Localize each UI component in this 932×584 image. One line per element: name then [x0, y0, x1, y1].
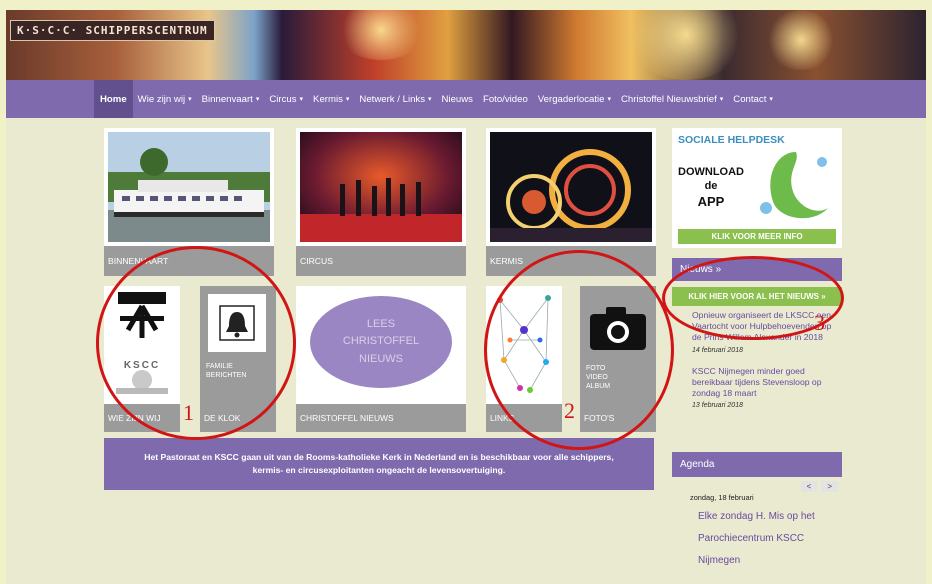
agenda-event-line: Nijmegen: [698, 555, 741, 566]
agenda-panel: Agenda < > zondag, 18 februari Elke zond…: [672, 452, 842, 572]
nav-label: Circus: [269, 93, 297, 105]
agenda-pager: < >: [672, 477, 842, 492]
helpdesk-download: DOWNLOAD de APP: [676, 166, 746, 210]
nav-label: Wie zijn wij: [137, 93, 186, 105]
nav-christoffel-nieuwsbrief[interactable]: Christoffel Nieuwsbrief ▾: [616, 80, 728, 118]
annotation-oval-2: [484, 250, 674, 450]
nav-home[interactable]: Home: [94, 80, 133, 118]
helpdesk-banner[interactable]: SOCIALE HELPDESK DOWNLOAD de APP KLIK VO…: [672, 128, 842, 248]
banner-light: [626, 10, 746, 80]
nav-contact[interactable]: Contact ▾: [728, 80, 778, 118]
tile-caption: CHRISTOFFEL NIEUWS: [296, 404, 466, 432]
chevron-down-icon: ▾: [345, 96, 350, 103]
christoffel-oval: LEES CHRISTOFFEL NIEUWS: [310, 296, 452, 388]
nav-label: Binnenvaart: [201, 93, 253, 105]
site-logo[interactable]: K·S·C·C· SCHIPPERSCENTRUM: [10, 20, 215, 41]
tile-circus[interactable]: CIRCUS: [296, 128, 466, 276]
nav-kermis[interactable]: Kermis ▾: [308, 80, 354, 118]
download-line: DOWNLOAD: [678, 166, 744, 178]
chevron-down-icon: ▾: [719, 96, 724, 103]
agenda-event[interactable]: Elke zondag H. Mis op het Parochiecentru…: [672, 506, 842, 572]
download-line: de: [704, 179, 718, 192]
chevron-down-icon: ▾: [255, 96, 260, 103]
chevron-down-icon: ▾: [428, 96, 432, 103]
nav-nieuws[interactable]: Nieuws: [437, 80, 478, 118]
news-item[interactable]: KSCC Nijmegen minder goed bereikbaar tij…: [692, 366, 836, 400]
tile-caption: CIRCUS: [296, 246, 466, 276]
annotation-number-3: 3: [814, 310, 825, 335]
main-nav: Home Wie zijn wij ▾ Binnenvaart ▾ Circus ▾ …: [6, 80, 926, 118]
download-line: APP: [697, 193, 725, 209]
nav-label: Netwerk / Links: [359, 93, 425, 105]
agenda-prev-button[interactable]: <: [800, 481, 818, 492]
nav-binnenvaart[interactable]: Binnenvaart ▾: [197, 80, 265, 118]
nav-label: Christoffel Nieuwsbrief: [620, 93, 717, 105]
nav-wie-zijn-wij[interactable]: Wie zijn wij ▾: [133, 80, 197, 118]
nav-label: Foto/video: [482, 93, 528, 105]
annotation-oval-1: [96, 246, 296, 440]
nav-circus[interactable]: Circus ▾: [264, 80, 308, 118]
circus-photo: [300, 132, 462, 242]
agenda-next-button[interactable]: >: [821, 481, 838, 492]
chevron-down-icon: ▾: [188, 96, 192, 103]
banner-light: [766, 10, 836, 70]
nav-netwerk-links[interactable]: Netwerk / Links ▾: [354, 80, 436, 118]
tile-christoffel-nieuws[interactable]: LEES CHRISTOFFEL NIEUWS CHRISTOFFEL NIEU…: [296, 286, 466, 432]
chevron-down-icon: ▾: [299, 96, 304, 103]
nav-vergaderlocatie[interactable]: Vergaderlocatie ▾: [533, 80, 616, 118]
news-date: 13 februari 2018: [692, 402, 743, 410]
news-date: 14 februari 2018: [692, 346, 743, 354]
helpdesk-title: SOCIALE HELPDESK: [678, 134, 785, 146]
annotation-number-2: 2: [564, 398, 575, 423]
oval-line: NIEUWS: [359, 352, 403, 365]
nav-label: Kermis: [313, 93, 343, 105]
nav-label: Nieuws: [441, 93, 473, 105]
agenda-event-line: Parochiecentrum KSCC: [698, 533, 805, 544]
agenda-header: Agenda: [672, 452, 842, 477]
chevron-down-icon: ▾: [607, 96, 611, 103]
agenda-event-line: Elke zondag H. Mis op het: [698, 511, 815, 522]
page-frame: K·S·C·C· SCHIPPERSCENTRUM Home Wie zijn …: [6, 10, 926, 584]
nav-label: Home: [100, 93, 127, 105]
fairground-photo: [490, 132, 652, 242]
nav-foto-video[interactable]: Foto/video: [478, 80, 533, 118]
header-banner: K·S·C·C· SCHIPPERSCENTRUM: [6, 10, 926, 80]
oval-line: LEES: [366, 317, 396, 330]
oval-line: CHRISTOFFEL: [342, 335, 420, 348]
chevron-down-icon: ▾: [769, 96, 773, 103]
annotation-number-1: 1: [183, 400, 194, 425]
nav-label: Contact: [733, 93, 767, 105]
nav-label: Vergaderlocatie: [537, 93, 605, 105]
agenda-date: zondag, 18 februari: [690, 493, 754, 502]
banner-light: [336, 10, 426, 60]
phone-icon: [760, 152, 828, 219]
ship-photo: [108, 132, 270, 242]
helpdesk-info-button[interactable]: KLIK VOOR MEER INFO: [678, 229, 836, 244]
